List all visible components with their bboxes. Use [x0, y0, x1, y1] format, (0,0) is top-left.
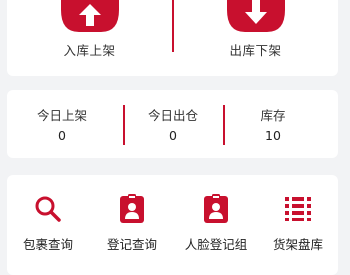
- cloud-upload-icon: [60, 0, 119, 32]
- id-badge-icon: [120, 194, 144, 223]
- stat-label: 今日出仓: [147, 108, 198, 123]
- stat-label: 今日上架: [36, 108, 87, 123]
- tile-label: 人脸登记组: [184, 237, 248, 252]
- inbound-shelf-button[interactable]: 入库上架: [7, 0, 172, 76]
- stats-card: 今日上架 0 今日出仓 0 库存 10: [7, 90, 338, 158]
- registration-query-tile[interactable]: 登记查询: [91, 175, 173, 275]
- tile-label: 包裹查询: [22, 237, 73, 252]
- search-icon: [35, 196, 61, 222]
- cloud-download-icon: [226, 0, 285, 32]
- stat-today-outbound[interactable]: 今日出仓 0: [118, 90, 228, 158]
- tile-label: 货架盘库: [272, 237, 323, 252]
- stat-value: 0: [169, 128, 177, 143]
- function-grid: 包裹查询 登记查询 人脸登记组 货架盘库: [7, 175, 338, 275]
- stat-value: 10: [265, 128, 281, 143]
- face-badge-icon: [204, 194, 228, 223]
- inbound-shelf-label: 入库上架: [63, 43, 116, 58]
- package-query-tile[interactable]: 包裹查询: [7, 175, 89, 275]
- stat-value: 0: [58, 128, 66, 143]
- stat-today-shelved[interactable]: 今日上架 0: [7, 90, 117, 158]
- stat-label: 库存: [260, 108, 286, 123]
- shelf-inventory-tile[interactable]: 货架盘库: [257, 175, 339, 275]
- inbound-outbound-card: 入库上架 出库下架: [7, 0, 338, 76]
- face-registration-group-tile[interactable]: 人脸登记组: [175, 175, 257, 275]
- stat-inventory[interactable]: 库存 10: [218, 90, 328, 158]
- shelf-inventory-icon: [285, 197, 311, 221]
- tile-label: 登记查询: [106, 237, 157, 252]
- outbound-unshelf-label: 出库下架: [229, 43, 282, 58]
- outbound-unshelf-button[interactable]: 出库下架: [173, 0, 338, 76]
